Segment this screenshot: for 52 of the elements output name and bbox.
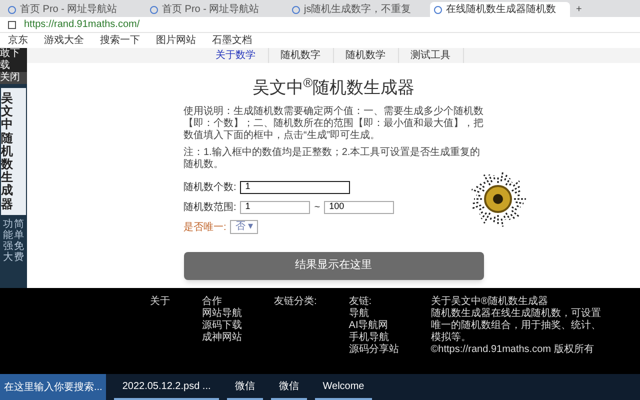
ad-title: 吴文中随机数生成器 (1, 92, 13, 211)
taskbar-item[interactable]: Welcome (314, 374, 372, 400)
description-text: 使用说明：生成随机数需要确定两个值：一、需要生成多少个随机数【即：个数】；二、随机数所在的范围【即：最小值和最大值】，把数值填入下面的框中，点击“生成”即可生成。 (184, 106, 484, 142)
result-button[interactable]: 结果显示在这里 (184, 252, 484, 280)
count-input[interactable]: 1 (240, 180, 350, 194)
tab-title: 首页 Pro - 网址导航站 (162, 4, 260, 14)
footer-link[interactable]: 源码分享站 (348, 344, 399, 356)
taskbar-item[interactable]: 2022.05.12.2.psd ... (114, 374, 219, 400)
count-label: 随机数个数: (184, 180, 236, 194)
footer-heading: 关于 (150, 296, 170, 309)
ad-tagline: 简单免费 (14, 218, 24, 263)
bookmark-link[interactable]: 石墨文档 (212, 36, 252, 46)
download-button[interactable]: 敢下载 (0, 48, 27, 72)
range-separator: ~ (314, 200, 320, 214)
range-label: 随机数范围: (184, 200, 236, 214)
range-max-input[interactable]: 100 (324, 200, 394, 214)
close-button[interactable]: 关闭 (0, 72, 27, 84)
footer-link[interactable]: AI导航网 (348, 320, 399, 332)
footer-text: 随机数生成器在线生成随机数，可设置唯一的随机数组合，用于抽奖、统计、模拟等。 (430, 308, 601, 344)
taskbar-item[interactable]: 微信 (270, 374, 307, 400)
bookmark-link[interactable]: 搜索一下 (100, 36, 140, 46)
range-min-input[interactable]: 1 (240, 200, 310, 214)
page-title: 吴文中$^{®}$随机数生成器 (251, 75, 416, 99)
footer-link[interactable]: 成神网站 (202, 332, 242, 344)
tab-title: 在线随机数生成器随机数 (446, 4, 556, 14)
footer-link[interactable]: 导航 (348, 308, 399, 320)
footer-heading: 友链: (348, 296, 373, 308)
bookmark-link[interactable]: 游戏大全 (44, 36, 84, 46)
taskbar-item[interactable]: 微信 (226, 374, 263, 400)
unique-label: 是否唯一: (184, 220, 226, 234)
nav-link[interactable]: 测试工具 (398, 48, 464, 63)
nav-link[interactable]: 关于数学 (204, 48, 268, 63)
browser-tab[interactable]: 在线随机数生成器随机数 (430, 2, 570, 17)
bookmark-link[interactable]: 图片网站 (156, 36, 196, 46)
footer-heading: 合作 (202, 296, 223, 308)
taskbar-search[interactable]: 在这里输入你要搜索... (0, 374, 106, 400)
tab-title: js随机生成数字，不重复 (304, 4, 412, 14)
footer-link[interactable]: 手机导航 (348, 332, 399, 344)
bookmark-link[interactable]: 京东 (8, 36, 28, 46)
footer-heading: 关于吴文中®随机数生成器 (430, 296, 550, 308)
footer-heading: 友链分类: (274, 296, 317, 309)
footer-link[interactable]: 源码下载 (202, 320, 242, 332)
copyright-text: ©https://rand.91maths.com 版权所有 (430, 344, 595, 356)
tab-title: 首页 Pro - 网址导航站 (20, 4, 118, 14)
new-tab-button[interactable]: + (572, 2, 586, 17)
nav-link[interactable]: 随机数学 (334, 48, 398, 63)
nav-link[interactable]: 随机数字 (268, 48, 334, 63)
ad-tagline: 功能强大 (3, 218, 13, 263)
url-field[interactable]: https://rand.91maths.com/ (24, 20, 140, 30)
footer-link[interactable]: 网站导航 (202, 308, 242, 320)
description-text: 注：1.输入框中的数值均是正整数；2.本工具可设置是否生成重复的随机数。 (184, 146, 482, 170)
unique-select[interactable]: 否 ▾ (230, 220, 258, 234)
